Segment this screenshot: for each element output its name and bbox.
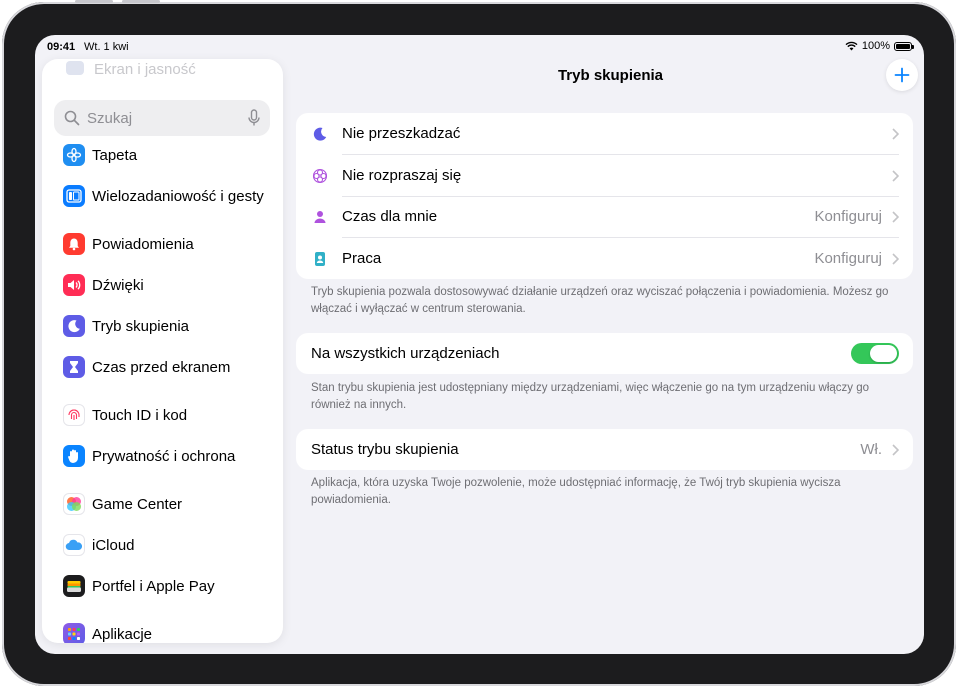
sidebar-item-label: Czas przed ekranem: [92, 358, 231, 376]
sidebar-item-label: Prywatność i ochrona: [92, 447, 236, 465]
display-icon: [66, 61, 84, 75]
wallet-icon: [63, 575, 85, 597]
sidebar-item-wallet[interactable]: Portfel i Apple Pay: [63, 571, 273, 601]
focus-row-do-not-disturb[interactable]: Nie przeszkadzać: [296, 113, 913, 155]
focus-row-label: Nie rozpraszaj się: [342, 166, 462, 184]
volume-button: [122, 0, 160, 3]
screen: 09:41 Wt. 1 kwi 100% Ekran i jasność Tap…: [35, 35, 924, 654]
search-field[interactable]: [54, 100, 270, 136]
cloud-icon: [63, 534, 85, 556]
chevron-right-icon: [892, 444, 899, 456]
sidebar-item-notifications[interactable]: Powiadomienia: [63, 229, 273, 259]
flower-icon: [63, 144, 85, 166]
sidebar-item-apps[interactable]: Aplikacje: [63, 619, 273, 643]
sidebar-item-focus[interactable]: Tryb skupienia: [63, 311, 273, 341]
focus-row-personal[interactable]: Czas dla mnie Konfiguruj: [296, 196, 913, 238]
focus-status-value: Wł.: [860, 441, 882, 459]
focus-row-value: Konfiguruj: [814, 208, 882, 226]
add-focus-button[interactable]: [886, 59, 918, 91]
multitasking-icon: [63, 185, 85, 207]
focus-status-row[interactable]: Status trybu skupienia Wł.: [296, 429, 913, 470]
chevron-right-icon: [892, 128, 899, 140]
sidebar-item-multitasking[interactable]: Wielozadaniowość i gesty: [63, 181, 273, 211]
sidebar-item-icloud[interactable]: iCloud: [63, 530, 273, 560]
fingerprint-icon: [63, 404, 85, 426]
plus-icon: [894, 67, 910, 83]
sidebar-item-label: Powiadomienia: [92, 235, 194, 253]
focus-status-label: Status trybu skupienia: [311, 441, 459, 459]
person-icon: [314, 211, 326, 223]
share-across-devices-group: Na wszystkich urządzeniach: [296, 333, 913, 374]
apps-grid-icon: [63, 623, 85, 643]
game-center-icon: [63, 493, 85, 515]
focus-row-value: Konfiguruj: [814, 249, 882, 267]
focus-row-mindfulness[interactable]: Nie rozpraszaj się: [296, 155, 913, 197]
search-icon: [64, 110, 80, 126]
sidebar-item-label: Dźwięki: [92, 276, 144, 294]
sidebar-item-privacy[interactable]: Prywatność i ochrona: [63, 441, 273, 471]
focus-row-label: Nie przeszkadzać: [342, 125, 461, 143]
sidebar-item-label: Portfel i Apple Pay: [92, 577, 215, 595]
focus-modes-list: Nie przeszkadzać Nie rozpraszaj się Czas…: [296, 113, 913, 279]
moon-icon: [313, 127, 327, 141]
page-title: Tryb skupienia: [557, 67, 664, 84]
sidebar-item-game-center[interactable]: Game Center: [63, 489, 273, 519]
focus-description: Tryb skupienia pozwala dostosowywać dzia…: [311, 286, 889, 315]
share-across-devices-toggle[interactable]: [851, 343, 899, 364]
share-across-devices-label: Na wszystkich urządzeniach: [311, 345, 500, 363]
chevron-right-icon: [892, 252, 899, 265]
sidebar-item-label: iCloud: [92, 536, 135, 554]
sidebar-item-display[interactable]: Ekran i jasność: [94, 61, 196, 78]
sidebar-item-screen-time[interactable]: Czas przed ekranem: [63, 352, 273, 382]
sidebar-item-touch-id[interactable]: Touch ID i kod: [63, 400, 273, 430]
sidebar-item-label: Touch ID i kod: [92, 406, 188, 424]
status-time: 09:41: [47, 41, 76, 53]
status-bar: 09:41 Wt. 1 kwi 100%: [35, 35, 924, 59]
share-across-devices-row: Na wszystkich urządzeniach: [296, 333, 913, 374]
battery-percent: 100%: [861, 40, 890, 52]
hourglass-icon: [63, 356, 85, 378]
focus-row-work[interactable]: Praca Konfiguruj: [296, 238, 913, 280]
volume-button: [75, 0, 113, 3]
sidebar-item-label: Wielozadaniowość i gesty: [92, 187, 264, 205]
microphone-icon[interactable]: [248, 109, 260, 127]
status-description: Aplikacja, która uzyska Twoje pozwolenie…: [311, 477, 841, 506]
status-date: Wt. 1 kwi: [84, 41, 129, 53]
chevron-right-icon: [892, 211, 899, 223]
sidebar: Ekran i jasność Tapeta Wielozadaniowość …: [42, 59, 283, 643]
sidebar-item-label: Tryb skupienia: [92, 317, 189, 335]
wifi-icon: [845, 41, 858, 51]
sidebar-item-label: Tapeta: [92, 146, 138, 164]
sidebar-item-label: Aplikacje: [92, 625, 153, 643]
sidebar-item-sounds[interactable]: Dźwięki: [63, 270, 273, 300]
bell-icon: [63, 233, 85, 255]
sidebar-item-wallpaper[interactable]: Tapeta: [63, 140, 273, 170]
moon-icon: [63, 315, 85, 337]
chevron-right-icon: [892, 169, 899, 182]
focus-status-group: Status trybu skupienia Wł.: [296, 429, 913, 470]
hand-icon: [63, 445, 85, 467]
speaker-icon: [63, 274, 85, 296]
badge-icon: [315, 251, 325, 266]
focus-row-label: Czas dla mnie: [342, 208, 438, 226]
mindfulness-icon: [312, 168, 328, 183]
status-right: 100%: [845, 40, 914, 52]
search-input[interactable]: [85, 108, 239, 128]
battery-icon: [894, 41, 914, 51]
focus-row-label: Praca: [342, 249, 382, 267]
sidebar-item-label: Game Center: [92, 495, 183, 513]
share-description: Stan trybu skupienia jest udostępniany m…: [311, 382, 870, 411]
